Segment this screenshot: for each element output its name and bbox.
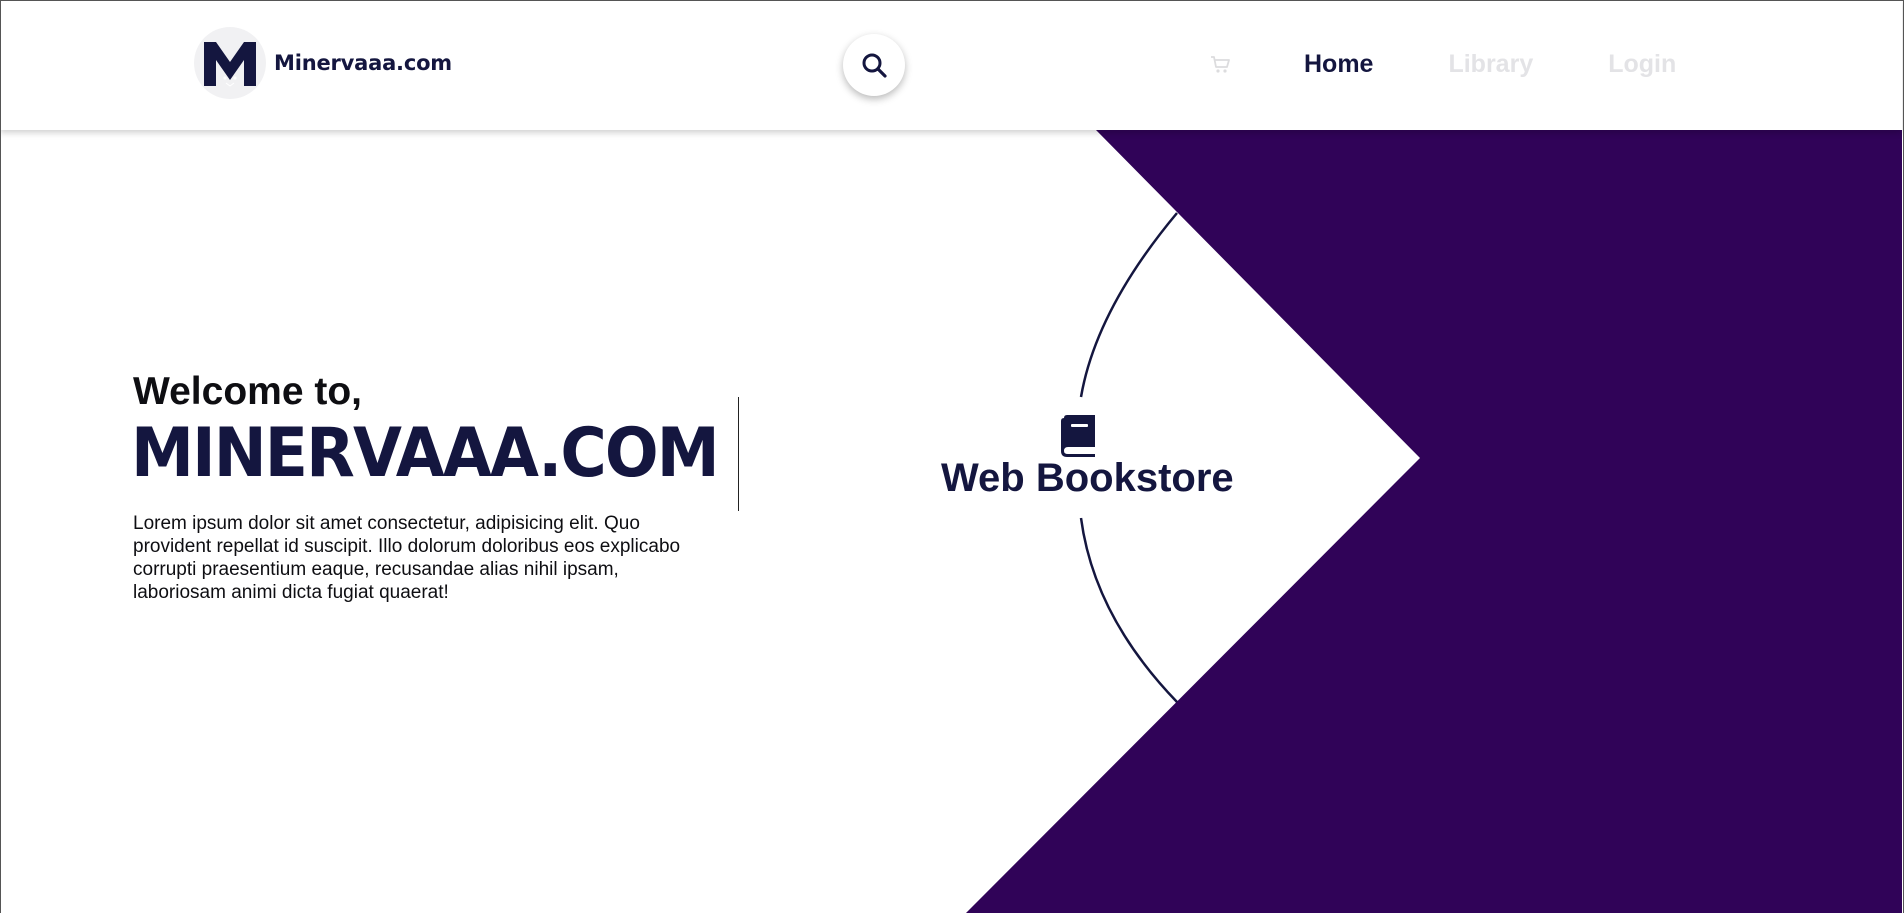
- cart-icon: [1211, 55, 1230, 73]
- logo-text: Minervaaa.com: [274, 51, 452, 75]
- logo-badge: [194, 27, 266, 99]
- text-caret: [738, 397, 739, 511]
- brand-title: MINERVAAA.COM: [131, 414, 720, 493]
- arc-upper: [1079, 212, 1178, 398]
- main-nav: Home Library Login: [1208, 50, 1751, 79]
- nav-login-link[interactable]: Login: [1608, 50, 1676, 79]
- logo-link[interactable]: Minervaaa.com: [194, 27, 452, 99]
- purple-chevron-shape: [966, 130, 1902, 913]
- hero-description: Lorem ipsum dolor sit amet consectetur, …: [133, 513, 681, 603]
- book-icon: [1061, 415, 1095, 457]
- nav-library-link[interactable]: Library: [1448, 50, 1533, 79]
- welcome-heading: Welcome to,: [133, 370, 362, 413]
- hero-section: Welcome to, MINERVAAA.COM Lorem ipsum do…: [0, 130, 1902, 913]
- site-header: Minervaaa.com Home Library Login: [0, 0, 1902, 130]
- arc-lower: [1079, 517, 1178, 703]
- nav-home-link[interactable]: Home: [1304, 50, 1373, 79]
- minerva-m-logo-icon: [204, 42, 256, 87]
- search-button[interactable]: [843, 34, 905, 96]
- web-bookstore-label: Web Bookstore: [941, 456, 1234, 500]
- search-icon: [862, 53, 887, 78]
- cart-button[interactable]: [1208, 52, 1234, 78]
